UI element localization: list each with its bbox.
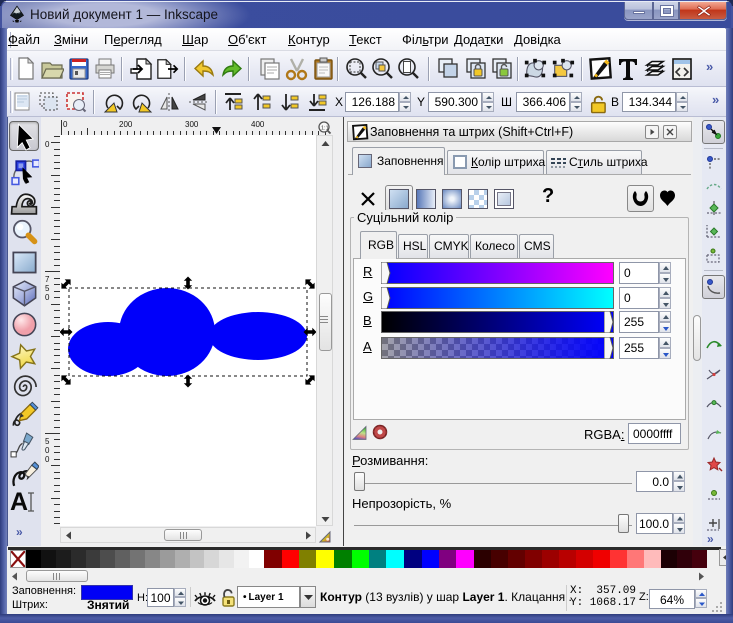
svg-text:1:1: 1:1 xyxy=(321,126,329,132)
